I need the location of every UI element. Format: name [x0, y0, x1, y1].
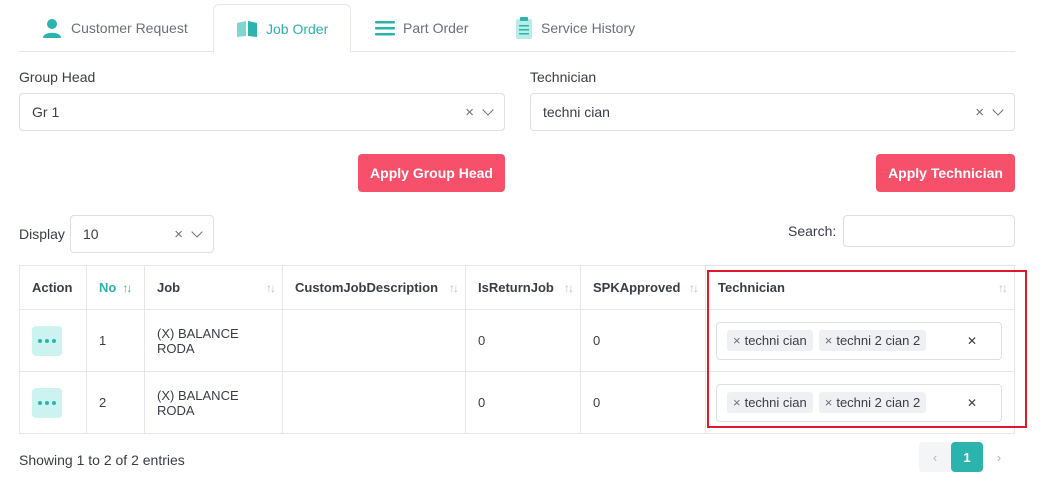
header-custom-label: CustomJobDescription: [295, 280, 439, 295]
page-button[interactable]: 1: [951, 442, 983, 472]
action-cell: [19, 371, 87, 434]
job-cell: (X) BALANCE RODA: [144, 309, 283, 372]
clear-all-icon[interactable]: ✕: [967, 334, 977, 348]
technician-chip: × techni 2 cian 2: [818, 330, 927, 351]
remove-icon[interactable]: ×: [733, 333, 741, 348]
table-header-row: Action No ↑↓ Job ↑↓ CustomJobDescription ↑↓…: [19, 265, 1015, 310]
book-icon: [237, 20, 257, 37]
clipboard-icon: [516, 17, 532, 39]
header-technician[interactable]: Technician ↑↓: [705, 265, 1015, 310]
chevron-down-icon[interactable]: [992, 104, 1004, 116]
tab-part-order-label: Part Order: [403, 20, 469, 36]
tab-service-history[interactable]: Service History: [493, 4, 657, 52]
technician-multiselect[interactable]: × techni cian × techni 2 cian 2 ✕: [716, 321, 1002, 360]
custom-cell: [282, 309, 466, 372]
header-job-label: Job: [157, 280, 181, 295]
header-is-return-job[interactable]: IsReturnJob ↑↓: [465, 265, 581, 310]
apply-group-head-button[interactable]: Apply Group Head: [358, 154, 505, 192]
sort-asc-icon: ↑↓: [122, 281, 132, 295]
header-spk-approved[interactable]: SPKApproved ↑↓: [580, 265, 706, 310]
chevron-down-icon[interactable]: [191, 226, 203, 238]
group-head-label: Group Head: [19, 69, 96, 85]
clear-all-icon[interactable]: ✕: [967, 396, 977, 410]
tab-part-order[interactable]: Part Order: [353, 4, 490, 52]
chip-label: techni cian: [744, 395, 807, 410]
technician-chip: × techni cian: [727, 330, 813, 351]
header-action: Action: [19, 265, 87, 310]
header-job[interactable]: Job ↑↓: [144, 265, 283, 310]
remove-icon[interactable]: ×: [825, 333, 833, 348]
job-cell: (X) BALANCE RODA: [144, 371, 283, 434]
chevron-down-icon[interactable]: [482, 104, 494, 116]
tab-customer-request-label: Customer Request: [71, 20, 188, 36]
custom-cell: [282, 371, 466, 434]
prev-page-button[interactable]: ‹: [919, 442, 951, 472]
remove-icon[interactable]: ×: [825, 395, 833, 410]
header-is-return-label: IsReturnJob: [478, 280, 554, 295]
group-head-value: Gr 1: [32, 104, 60, 120]
is-return-cell: 0: [465, 371, 581, 434]
no-cell: 2: [86, 371, 145, 434]
remove-icon[interactable]: ×: [733, 395, 741, 410]
display-value: 10: [83, 226, 99, 242]
is-return-cell: 0: [465, 309, 581, 372]
no-cell: 1: [86, 309, 145, 372]
sort-icon: ↑↓: [266, 280, 276, 295]
header-no-label: No: [99, 280, 117, 295]
technician-cell: × techni cian × techni 2 cian 2 ✕: [705, 309, 1015, 372]
clear-icon[interactable]: ×: [975, 105, 984, 120]
search-label: Search:: [788, 223, 837, 239]
apply-technician-button[interactable]: Apply Technician: [876, 154, 1015, 192]
tab-customer-request[interactable]: Customer Request: [19, 4, 210, 52]
pagination: ‹ 1 ›: [919, 442, 1015, 472]
search-input[interactable]: [843, 215, 1015, 247]
display-select[interactable]: 10 ×: [70, 215, 214, 253]
table-row: 2 (X) BALANCE RODA 0 0 × techni cian × tec…: [19, 371, 1015, 434]
sort-icon: ↑↓: [998, 280, 1008, 295]
tab-bar: Customer Request Job Order Part Order Se…: [19, 4, 1015, 53]
technician-chip: × techni cian: [727, 392, 813, 413]
sort-icon: ↑↓: [449, 280, 459, 295]
technician-cell: × techni cian × techni 2 cian 2 ✕: [705, 371, 1015, 434]
job-order-table: Action No ↑↓ Job ↑↓ CustomJobDescription ↑↓…: [19, 265, 1015, 434]
tab-service-history-label: Service History: [541, 20, 636, 36]
clear-icon[interactable]: ×: [174, 227, 183, 242]
clear-icon[interactable]: ×: [465, 105, 474, 120]
spk-cell: 0: [580, 371, 706, 434]
technician-multiselect[interactable]: × techni cian × techni 2 cian 2 ✕: [716, 383, 1002, 422]
sort-icon: ↑↓: [689, 280, 699, 295]
chip-label: techni 2 cian 2: [836, 333, 921, 348]
technician-value: techni cian: [543, 104, 610, 120]
list-icon: [375, 21, 395, 36]
sort-icon: ↑↓: [564, 280, 574, 295]
table-row: 1 (X) BALANCE RODA 0 0 × techni cian × tec…: [19, 309, 1015, 372]
chip-label: techni 2 cian 2: [836, 395, 921, 410]
entries-info: Showing 1 to 2 of 2 entries: [19, 452, 185, 468]
spk-cell: 0: [580, 309, 706, 372]
header-no[interactable]: No ↑↓: [86, 265, 145, 310]
technician-label: Technician: [530, 69, 597, 85]
header-spk-label: SPKApproved: [593, 280, 681, 295]
user-icon: [43, 19, 61, 38]
more-actions-button[interactable]: [32, 325, 62, 356]
technician-select[interactable]: techni cian ×: [530, 93, 1015, 131]
action-cell: [19, 309, 87, 372]
more-actions-button[interactable]: [32, 387, 62, 418]
tab-job-order-label: Job Order: [266, 20, 329, 37]
header-custom-job-description[interactable]: CustomJobDescription ↑↓: [282, 265, 466, 310]
chip-label: techni cian: [744, 333, 807, 348]
next-page-button[interactable]: ›: [983, 442, 1015, 472]
group-head-select[interactable]: Gr 1 ×: [19, 93, 505, 131]
technician-chip: × techni 2 cian 2: [818, 392, 927, 413]
header-technician-label: Technician: [718, 280, 785, 295]
tab-job-order[interactable]: Job Order: [213, 4, 352, 53]
display-label: Display: [19, 226, 65, 242]
